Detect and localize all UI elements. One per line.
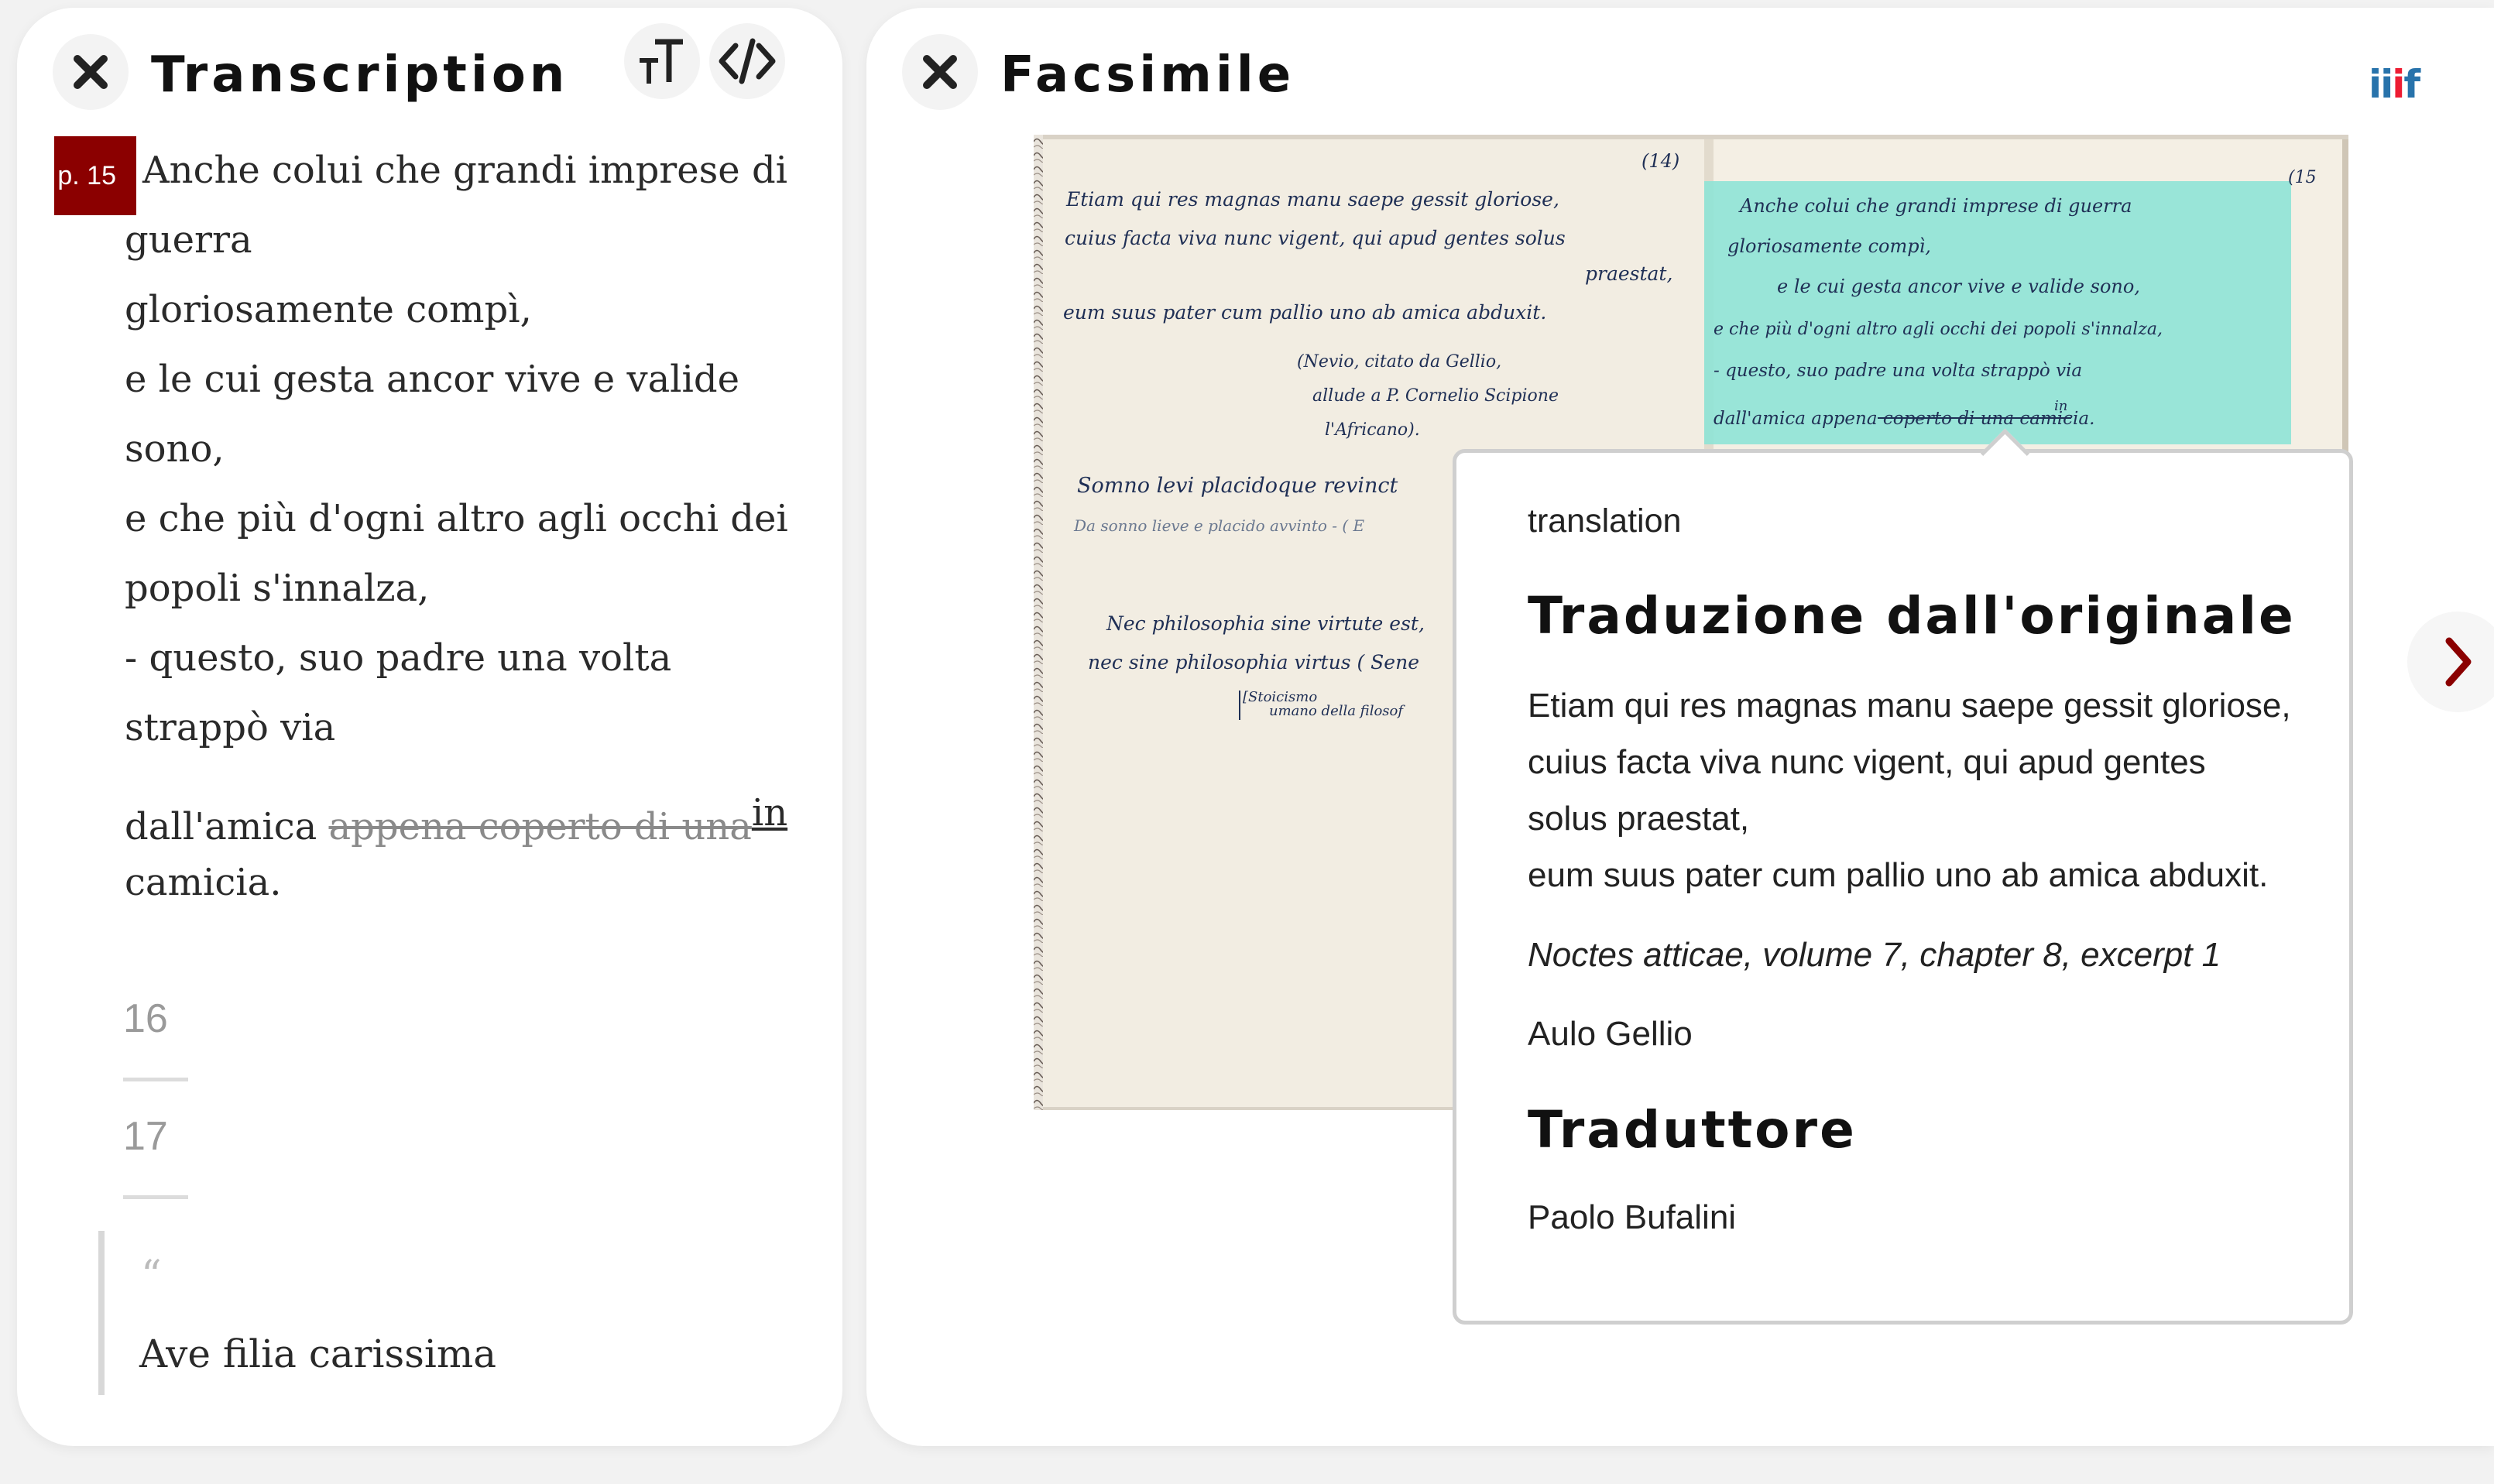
popover-author: Aulo Gellio: [1528, 1015, 1693, 1053]
manuscript-line: cuius facta viva nunc vigent, qui apud g…: [1065, 227, 1566, 249]
page-separator: [123, 1195, 188, 1199]
transcription-line: Anche colui che grandi imprese di: [142, 149, 788, 192]
chevron-right-icon: [2445, 637, 2472, 687]
popover-label: translation: [1528, 502, 1682, 540]
manuscript-page-number: (14): [1642, 150, 1679, 172]
inserted-text[interactable]: in: [752, 791, 787, 835]
popover-body-line: Etiam qui res magnas manu saepe gessit g…: [1528, 687, 2291, 725]
transcription-line: e le cui gesta ancor vive e valide: [125, 358, 740, 401]
transcription-line: sono,: [125, 427, 225, 471]
text-size-icon: [640, 39, 683, 84]
transcription-line-edited: dall'amica appena coperto di unain: [125, 791, 787, 848]
manuscript-line: umano della filosof: [1269, 703, 1405, 719]
transcription-line: e che più d'ogni altro agli occhi dei: [125, 497, 788, 540]
quote-bar: [98, 1231, 105, 1395]
popover-body-line: cuius facta viva nunc vigent, qui apud g…: [1528, 743, 2206, 781]
manuscript-line: (Nevio, citato da Gellio,: [1297, 352, 1501, 372]
manuscript-line: eum suus pater cum pallio uno ab amica a…: [1063, 301, 1546, 324]
popover-source: Noctes atticae, volume 7, chapter 8, exc…: [1528, 936, 2221, 974]
manuscript-page-number: (15: [2288, 168, 2317, 187]
text-segment: dall'amica: [125, 805, 329, 848]
manuscript-line: Somno levi placidoque revinct: [1077, 474, 1398, 498]
transcription-title: Transcription: [151, 46, 569, 104]
transcription-line: - questo, suo padre una volta: [125, 636, 672, 680]
highlight-zone[interactable]: [1704, 181, 2291, 444]
iiif-logo-part: i: [2392, 62, 2405, 107]
manuscript-insert: in: [2054, 398, 2067, 414]
transcription-line: guerra: [125, 218, 252, 262]
transcription-line: strappò via: [125, 706, 336, 749]
page-separator: [123, 1078, 188, 1081]
page-number-16[interactable]: 16: [123, 996, 168, 1042]
translation-popover: translation Traduzione dall'originale Et…: [1453, 428, 2353, 1325]
iiif-logo-part: ii: [2369, 62, 2393, 107]
code-icon: [719, 38, 776, 84]
manuscript-line: allude a P. Cornelio Scipione: [1312, 386, 1559, 406]
popover-translator: Paolo Bufalini: [1528, 1198, 1737, 1236]
next-page-button[interactable]: [2407, 612, 2494, 712]
popover-body-line: eum suus pater cum pallio uno ab amica a…: [1528, 856, 2269, 894]
manuscript-line: e le cui gesta ancor vive e valide sono,: [1777, 276, 2140, 297]
source-code-button[interactable]: [709, 23, 785, 99]
transcription-line: camicia.: [125, 861, 282, 904]
iiif-logo-part: f: [2403, 62, 2420, 107]
page-number-17[interactable]: 17: [123, 1113, 168, 1160]
transcription-line: popoli s'innalza,: [125, 567, 430, 610]
manuscript-line: Da sonno lieve e placido avvinto - ( E: [1073, 516, 1365, 535]
manuscript-line: Nec philosophia sine virtute est,: [1106, 612, 1425, 635]
manuscript-line: Anche colui che grandi imprese di guerra: [1738, 195, 2132, 217]
popover-translator-heading: Traduttore: [1528, 1100, 1857, 1160]
popover-heading: Traduzione dall'originale: [1528, 586, 2296, 646]
manuscript-line: Etiam qui res magnas manu saepe gessit g…: [1065, 188, 1559, 211]
manuscript-line: praestat,: [1585, 262, 1672, 285]
manuscript-line: l'Africano).: [1325, 420, 1420, 440]
transcription-line: gloriosamente compì,: [125, 288, 532, 331]
iiif-logo[interactable]: iiif iiif: [2369, 62, 2420, 107]
close-icon: [74, 55, 108, 89]
manuscript-line: nec sine philosophia virtus ( Sene: [1088, 651, 1419, 673]
manuscript-line: - questo, suo padre una volta strappò vi…: [1714, 361, 2082, 381]
font-size-button[interactable]: [624, 23, 700, 99]
facsimile-title: Facsimile: [1000, 46, 1295, 104]
close-facsimile-button[interactable]: [902, 34, 978, 110]
close-icon: [923, 55, 957, 89]
close-transcription-button[interactable]: [53, 34, 129, 110]
manuscript-line: gloriosamente compì,: [1727, 235, 1931, 257]
quote-text: Ave filia carissima: [139, 1331, 497, 1376]
deleted-text[interactable]: appena coperto di una: [328, 805, 751, 848]
manuscript-line: e che più d'ogni altro agli occhi dei po…: [1714, 320, 2163, 339]
popover-body-line: solus praestat,: [1528, 800, 1750, 838]
page-badge[interactable]: p. 15: [54, 136, 136, 215]
quote-mark-icon: “: [141, 1253, 162, 1299]
transcription-panel: Transcription p. 15 Anche colui che gran…: [17, 8, 842, 1446]
